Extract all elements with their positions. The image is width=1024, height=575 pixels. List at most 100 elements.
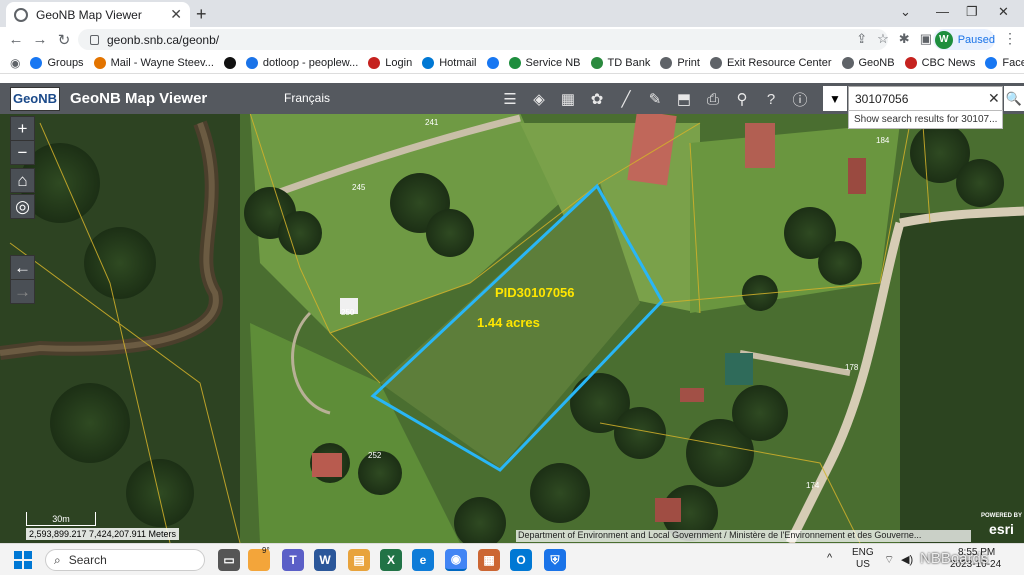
address-bar[interactable]: geonb.snb.ca/geonb/ (78, 29, 888, 50)
layers-icon[interactable]: ◈ (526, 87, 552, 111)
bookmark-item[interactable]: Hotmail (422, 56, 477, 69)
bookmark-item[interactable]: dotloop - peoplew... (245, 56, 358, 69)
bookmark-item[interactable]: Login (368, 56, 412, 69)
chrome-icon[interactable]: ◉ (445, 549, 467, 571)
bookmark-item[interactable]: Facebook (985, 56, 1024, 69)
url-text: geonb.snb.ca/geonb/ (107, 32, 220, 47)
reload-button[interactable]: ↻ (52, 31, 76, 49)
zoom-in-button[interactable]: + (10, 116, 35, 141)
file-explorer-icon[interactable]: ▤ (348, 549, 370, 571)
bookmark-icon (486, 56, 499, 69)
home-button[interactable]: ⌂ (10, 168, 35, 193)
tab-strip: GeoNB Map Viewer ✕ + ⌄ — ❐ ✕ (0, 0, 1024, 27)
map-attribution: Department of Environment and Local Gove… (516, 530, 971, 542)
address-label: 245 (352, 183, 366, 192)
print-icon[interactable]: ⎙ (700, 87, 726, 111)
measure-icon[interactable]: ╱ (613, 87, 639, 111)
apps-icon[interactable]: ◉ (10, 56, 20, 70)
bookmark-item[interactable]: Mail - Wayne Steev... (93, 56, 214, 69)
bookmark-item[interactable]: Print (660, 56, 700, 69)
basemap-icon[interactable]: ▦ (555, 87, 581, 111)
volume-icon[interactable]: ◀) (901, 553, 913, 566)
side-panel-icon[interactable]: ▣ (920, 31, 932, 47)
bookmark-item[interactable]: Service NB (508, 56, 581, 69)
bookmark-item[interactable] (223, 56, 236, 69)
bookmark-icon[interactable]: ⬒ (671, 87, 697, 111)
share-icon[interactable]: ⚲ (729, 87, 755, 111)
word-icon[interactable]: W (314, 549, 336, 571)
browser-menu-icon[interactable]: ⋮ (1003, 30, 1017, 47)
bookmark-item[interactable]: GeoNB (841, 56, 895, 69)
edge-icon[interactable]: e (412, 549, 434, 571)
address-label: 250 (341, 308, 355, 317)
chevron-down-icon[interactable]: ⌄ (900, 4, 911, 20)
language-region: US (856, 559, 870, 570)
taskbar-search-label: Search (68, 553, 107, 567)
search-input[interactable]: 30107056 (848, 86, 1003, 111)
bookmark-label: Mail - Wayne Steev... (110, 56, 214, 69)
bookmark-item[interactable]: Groups (30, 56, 84, 69)
draw-icon[interactable]: ✎ (642, 87, 668, 111)
bookmark-item[interactable]: TD Bank (590, 56, 651, 69)
lock-icon (90, 34, 99, 45)
bookmark-icon (508, 56, 521, 69)
parcel-area-label: 1.44 acres (477, 315, 540, 330)
tab-title: GeoNB Map Viewer (36, 7, 142, 22)
show-hidden-icons[interactable]: ^ (827, 552, 832, 564)
app-icon[interactable]: ▦ (478, 549, 500, 571)
forward-button[interactable]: → (28, 31, 52, 48)
taskbar-search[interactable]: ⌕ Search (45, 549, 205, 571)
search-suggestion[interactable]: Show search results for 30107... (848, 110, 1003, 129)
search-icon[interactable]: 🔍 (1004, 86, 1024, 111)
language-indicator[interactable]: ENG (852, 547, 874, 558)
outlook-icon[interactable]: O (510, 549, 532, 571)
bookmark-icon (660, 56, 673, 69)
defender-icon[interactable]: ⛨ (544, 549, 566, 571)
tab-geonb[interactable]: GeoNB Map Viewer ✕ (6, 2, 190, 27)
bookmark-label: Groups (47, 56, 84, 69)
minimize-button[interactable]: — (936, 4, 949, 19)
share-page-icon[interactable]: ⇪ (856, 31, 867, 47)
geonb-logo: GeoNB (10, 86, 60, 111)
bookmark-label: Hotmail (439, 56, 477, 69)
bookmark-label: TD Bank (607, 56, 651, 69)
bookmark-item[interactable]: Exit Resource Center (709, 56, 832, 69)
profile-button[interactable]: W Paused (933, 29, 995, 50)
close-window-button[interactable]: ✕ (998, 4, 1009, 20)
esri-wordmark: esri (989, 521, 1014, 537)
bookmark-icon (709, 56, 722, 69)
search-type-dropdown[interactable]: ▼ (823, 86, 847, 111)
bookmark-icon (223, 56, 236, 69)
teams-icon[interactable]: T (282, 549, 304, 571)
bookmark-label: Service NB (525, 56, 581, 69)
network-icon[interactable]: ⌔ (884, 553, 894, 567)
bookmark-item[interactable] (486, 56, 499, 69)
scale-bar: 30m (26, 512, 96, 526)
new-tab-button[interactable]: + (196, 4, 207, 25)
extensions-icon[interactable]: ✱ (899, 31, 910, 47)
info-icon[interactable]: ⓘ (787, 87, 813, 111)
excel-icon[interactable]: X (380, 549, 402, 571)
back-button[interactable]: ← (4, 31, 28, 48)
next-extent-button[interactable]: → (10, 279, 35, 304)
palette-icon[interactable]: ✿ (584, 87, 610, 111)
list-icon[interactable]: ☰ (497, 87, 523, 111)
task-view-icon[interactable]: ▭ (218, 549, 240, 571)
address-label: 178 (845, 363, 859, 372)
clear-search-icon[interactable]: ✕ (988, 90, 1000, 107)
star-icon[interactable]: ☆ (877, 31, 889, 47)
esri-logo: POWERED BY esri (979, 512, 1024, 542)
parcel-id-label: PID30107056 (495, 285, 575, 300)
locate-button[interactable]: ◎ (10, 194, 35, 219)
bookmark-icon (590, 56, 603, 69)
close-tab-icon[interactable]: ✕ (170, 6, 182, 23)
aerial-map[interactable]: 241 245 250 252 184 178 174 (0, 83, 1024, 543)
bookmark-icon (904, 56, 917, 69)
zoom-out-button[interactable]: − (10, 140, 35, 165)
help-icon[interactable]: ? (758, 87, 784, 111)
start-button[interactable] (14, 551, 32, 569)
bookmark-item[interactable]: CBC News (904, 56, 975, 69)
restore-button[interactable]: ❐ (966, 4, 978, 20)
previous-extent-button[interactable]: ← (10, 255, 35, 280)
language-link[interactable]: Français (284, 91, 330, 105)
